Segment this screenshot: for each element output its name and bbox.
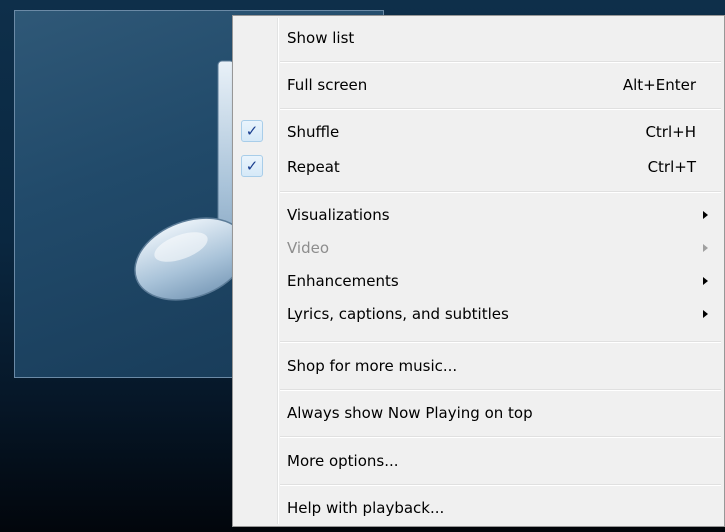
menu-separator [280,389,721,391]
submenu-arrow-icon [703,244,708,252]
menu-item-visualizations[interactable]: Visualizations [235,201,722,229]
menu-item-shortcut: Alt+Enter [622,76,696,94]
menu-item-help-playback[interactable]: Help with playback... [235,494,722,522]
menu-item-enhancements[interactable]: Enhancements [235,267,722,295]
menu-item-shortcut: Ctrl+T [647,158,696,176]
menu-item-show-list[interactable]: Show list [235,24,722,52]
menu-item-video: Video [235,234,722,262]
menu-separator [280,341,721,343]
menu-item-shop[interactable]: Shop for more music... [235,352,722,380]
menu-item-shuffle[interactable]: ✓ Shuffle Ctrl+H [235,118,722,146]
menu-item-lyrics[interactable]: Lyrics, captions, and subtitles [235,300,722,328]
menu-item-label: Repeat [287,158,340,176]
menu-separator [280,191,721,193]
submenu-arrow-icon [703,211,708,219]
menu-item-label: Show list [287,29,355,47]
context-menu: Show list Full screen Alt+Enter ✓ Shuffl… [232,15,725,527]
checkmark-icon: ✓ [241,120,263,142]
menu-item-repeat[interactable]: ✓ Repeat Ctrl+T [235,153,722,181]
submenu-arrow-icon [703,310,708,318]
menu-item-label: Shuffle [287,123,340,141]
menu-separator [280,436,721,438]
menu-item-label: More options... [287,452,399,470]
submenu-arrow-icon [703,277,708,285]
menu-item-more-options[interactable]: More options... [235,447,722,475]
menu-item-shortcut: Ctrl+H [645,123,696,141]
menu-item-label: Shop for more music... [287,357,458,375]
menu-item-label: Always show Now Playing on top [287,404,533,422]
menu-item-label: Full screen [287,76,368,94]
menu-item-always-on-top[interactable]: Always show Now Playing on top [235,399,722,427]
menu-item-label: Enhancements [287,272,399,290]
menu-item-label: Lyrics, captions, and subtitles [287,305,509,323]
menu-separator [280,484,721,486]
menu-separator [280,108,721,110]
checkmark-icon: ✓ [241,155,263,177]
menu-separator [280,61,721,63]
menu-item-label: Help with playback... [287,499,445,517]
menu-item-full-screen[interactable]: Full screen Alt+Enter [235,71,722,99]
menu-item-label: Video [287,239,330,257]
menu-item-label: Visualizations [287,206,390,224]
